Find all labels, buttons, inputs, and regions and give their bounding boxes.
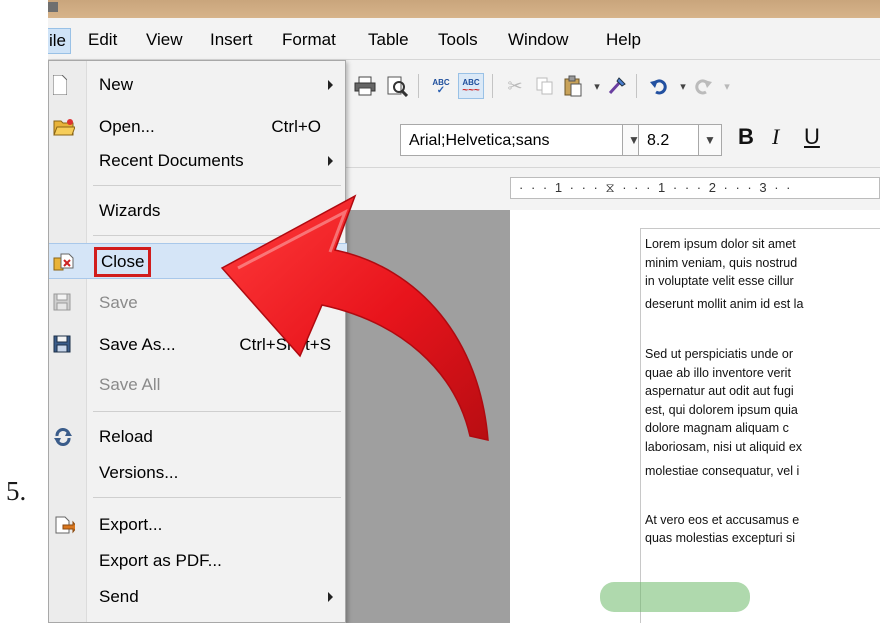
menu-item-open[interactable]: Open... Ctrl+O: [49, 109, 347, 145]
document-page[interactable]: Lorem ipsum dolor sit amet minim veniam,…: [510, 210, 880, 623]
menu-item-label: Save As...: [99, 335, 176, 354]
print-icon[interactable]: [352, 73, 378, 99]
paragraph-line: quas molestias excepturi si: [645, 531, 796, 545]
menu-item-save-as[interactable]: Save As... Ctrl+Shift+S: [49, 327, 347, 363]
menu-help[interactable]: Help: [602, 28, 645, 52]
menu-edit[interactable]: Edit: [84, 28, 121, 52]
submenu-arrow-icon: [328, 156, 333, 166]
menu-item-reload[interactable]: Reload: [49, 419, 347, 455]
print-preview-icon[interactable]: [384, 73, 410, 99]
clone-formatting-icon[interactable]: [604, 73, 630, 99]
menu-item-shortcut: Ctrl+O: [271, 117, 321, 136]
menu-item-recent-documents[interactable]: Recent Documents: [49, 143, 347, 179]
menu-separator: [93, 411, 341, 412]
toolbar-separator: [636, 74, 637, 98]
submenu-arrow-icon: [328, 80, 333, 90]
menu-separator: [93, 235, 341, 236]
menu-item-label: Export...: [99, 515, 163, 534]
font-size-field[interactable]: 8.2: [638, 124, 700, 156]
menu-window[interactable]: Window: [504, 28, 572, 52]
redo-dropdown-icon[interactable]: ▾: [714, 73, 740, 99]
open-folder-icon: [53, 117, 76, 137]
title-bar: [48, 0, 880, 18]
close-document-icon: [53, 252, 75, 272]
menu-item-save[interactable]: Save: [49, 285, 347, 321]
menu-table[interactable]: Table: [364, 28, 413, 52]
menu-item-export[interactable]: Export...: [49, 507, 347, 543]
menu-item-export-pdf[interactable]: Export as PDF...: [49, 543, 347, 579]
menu-item-close[interactable]: Close: [49, 243, 347, 279]
menu-insert[interactable]: Insert: [206, 28, 257, 52]
paragraph-line: deserunt mollit anim id est la: [645, 296, 804, 311]
autospellcheck-icon[interactable]: ABC ~~~: [458, 73, 484, 99]
menu-item-label: New: [99, 75, 134, 94]
paste-icon[interactable]: [560, 73, 586, 99]
font-size-dropdown-icon[interactable]: ▼: [698, 124, 722, 156]
horizontal-ruler[interactable]: · · · 1 · · · ⧖ · · · 1 · · · 2 · · · 3 …: [510, 177, 880, 199]
menu-tools[interactable]: Tools: [434, 28, 482, 52]
menu-item-new[interactable]: New: [49, 67, 347, 103]
copy-icon[interactable]: [532, 73, 558, 99]
submenu-arrow-icon: [328, 592, 333, 602]
paragraph-line: est, qui dolorem ipsum quia: [645, 402, 798, 417]
menu-item-label: Save All: [99, 375, 161, 394]
export-icon: [53, 515, 78, 535]
menu-item-label: Reload: [99, 427, 153, 446]
document-workspace: Lorem ipsum dolor sit amet minim veniam,…: [346, 210, 880, 623]
file-menu: New Open... Ctrl+O Recent Documents Wiza…: [48, 60, 347, 623]
menu-separator: [93, 185, 341, 186]
spellcheck-icon[interactable]: ABC ✓: [428, 73, 454, 99]
bold-button[interactable]: B: [738, 124, 754, 150]
redo-icon[interactable]: [690, 73, 716, 99]
writer-window: ile Edit View Insert Format Table Tools …: [48, 0, 880, 623]
menu-item-wizards[interactable]: Wizards: [49, 193, 347, 229]
paragraph-line: aspernatur aut odit aut fugi: [645, 384, 794, 398]
paragraph-line: laboriosam, nisi ut aliquid ex: [645, 439, 803, 454]
paragraph-line: in voluptate velit esse cillur: [645, 274, 794, 288]
cut-icon[interactable]: ✂: [502, 73, 528, 99]
menu-item-label: Send: [99, 587, 139, 606]
menu-item-label: Save: [99, 293, 138, 312]
paragraph-line: dolore magnam aliquam c: [645, 421, 789, 435]
save-icon: [53, 293, 75, 313]
paragraph-line: Sed ut perspiciatis unde or: [645, 347, 794, 361]
menu-item-shortcut: Ctrl+Shift+S: [239, 335, 331, 354]
italic-button[interactable]: I: [772, 124, 779, 150]
menu-item-label: Recent Documents: [99, 151, 244, 170]
toolbar-separator: [492, 74, 493, 98]
paragraph-line: molestiae consequatur, vel i: [645, 464, 800, 478]
menu-item-label: Export as PDF...: [99, 551, 222, 570]
app-icon: [48, 2, 58, 12]
text-area[interactable]: Lorem ipsum dolor sit amet minim veniam,…: [640, 228, 880, 623]
paragraph-line: quae ab illo inventore verit: [645, 365, 791, 380]
paragraph-line: Lorem ipsum dolor sit amet: [645, 237, 796, 251]
wikihow-watermark: [600, 582, 750, 612]
menu-format[interactable]: Format: [278, 28, 340, 52]
paragraph-line: minim veniam, quis nostrud: [645, 255, 798, 270]
reload-icon: [53, 427, 75, 447]
font-name-field[interactable]: Arial;Helvetica;sans: [400, 124, 624, 156]
formatting-toolbar: Arial;Helvetica;sans ▼ 8.2 ▼ B I U: [346, 112, 880, 168]
menu-item-send[interactable]: Send: [49, 579, 347, 615]
new-document-icon: [52, 74, 75, 96]
menu-item-label: Close: [93, 247, 152, 277]
menu-item-versions[interactable]: Versions...: [49, 455, 347, 491]
step-number: 5.: [6, 476, 27, 506]
menu-item-save-all[interactable]: Save All: [49, 367, 347, 403]
menu-bar: ile Edit View Insert Format Table Tools …: [48, 18, 880, 60]
menu-item-label: Open...: [99, 117, 155, 136]
standard-toolbar: ABC ✓ ABC ~~~ ✂ ▾ ▾ ▾: [346, 60, 880, 112]
toolbar-separator: [418, 74, 419, 98]
underline-button[interactable]: U: [804, 124, 820, 150]
paragraph-line: At vero eos et accusamus e: [645, 512, 800, 527]
save-as-icon: [53, 335, 75, 355]
menu-view[interactable]: View: [142, 28, 187, 52]
menu-item-label: Wizards: [99, 201, 161, 220]
undo-icon[interactable]: [646, 73, 672, 99]
ruler-area: · · · 1 · · · ⧖ · · · 1 · · · 2 · · · 3 …: [346, 168, 880, 210]
menu-separator: [93, 497, 341, 498]
menu-item-label: Versions...: [99, 463, 179, 482]
menu-file[interactable]: ile: [48, 28, 72, 54]
